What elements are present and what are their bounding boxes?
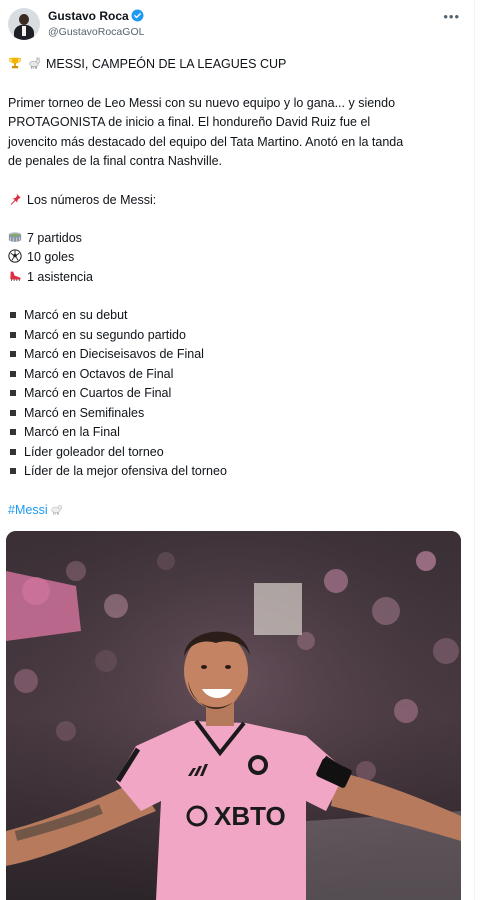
stat-line: 10 goles [8, 248, 74, 267]
football-boot-icon [10, 271, 21, 281]
bullet-icon [10, 409, 16, 416]
list-item: Líder goleador del torneo [8, 443, 164, 462]
bullet-icon [10, 468, 16, 475]
avatar[interactable] [8, 8, 40, 40]
more-options-icon[interactable]: ••• [443, 9, 460, 24]
jersey-sponsor: XBTO [214, 801, 286, 831]
tweet-header: Gustavo Roca @GustavoRocaGOL ••• [8, 6, 466, 42]
goat-icon [50, 505, 62, 515]
bullet-icon [10, 448, 16, 455]
stadium-icon [8, 232, 22, 242]
list-item: Marcó en Semifinales [8, 404, 144, 423]
author-name[interactable]: Gustavo Roca [48, 9, 129, 23]
hashtag-link[interactable]: #Messi [8, 503, 48, 517]
paragraph-line: jovencito más destacado del equipo del T… [8, 134, 404, 149]
verified-badge-icon [131, 9, 144, 22]
trophy-icon [9, 57, 21, 69]
stat-goals: 10 goles [27, 250, 75, 265]
stat-line: 1 asistencia [8, 268, 93, 287]
tweet: Gustavo Roca @GustavoRocaGOL ••• MESSI, … [0, 0, 475, 900]
post-title: MESSI, CAMPEÓN DE LA LEAGUES CUP [46, 57, 287, 71]
numbers-heading-line: Los números de Messi: [8, 191, 156, 210]
list-item: Marcó en Cuartos de Final [8, 384, 171, 403]
post-title-line: MESSI, CAMPEÓN DE LA LEAGUES CUP [8, 55, 286, 74]
paragraph-line: de penales de la final contra Nashville. [8, 153, 223, 168]
stat-assists: 1 asistencia [27, 269, 94, 284]
goat-icon [29, 57, 41, 69]
paragraph-line: PROTAGONISTA de inicio a final. El hondu… [8, 115, 371, 130]
list-item: Marcó en Dieciseisavos de Final [8, 345, 204, 364]
list-item: Marcó en Octavos de Final [8, 365, 173, 384]
bullet-icon [10, 390, 16, 397]
hashtag-line: #Messi [8, 501, 68, 520]
bullet-icon [10, 429, 16, 436]
pushpin-icon [10, 193, 21, 205]
list-item: Líder de la mejor ofensiva del torneo [8, 462, 227, 481]
list-item: Marcó en su segundo partido [8, 326, 186, 345]
numbers-heading: Los números de Messi: [27, 193, 157, 207]
author-handle[interactable]: @GustavoRocaGOL [48, 26, 144, 38]
list-item: Marcó en la Final [8, 423, 120, 442]
paragraph-line: Primer torneo de Leo Messi con su nuevo … [8, 96, 396, 110]
soccer-ball-icon [8, 249, 22, 263]
post-photo[interactable]: XBTO [6, 531, 461, 900]
bullet-icon [10, 331, 16, 338]
scrollbar-track[interactable] [474, 0, 489, 900]
messi-celebration-image: XBTO [6, 531, 461, 900]
stat-line: 7 partidos [8, 229, 82, 248]
bullet-icon [10, 370, 16, 377]
list-item: Marcó en su debut [8, 306, 128, 325]
bullet-icon [10, 351, 16, 358]
bullet-icon [10, 312, 16, 319]
stat-matches: 7 partidos [27, 231, 82, 245]
